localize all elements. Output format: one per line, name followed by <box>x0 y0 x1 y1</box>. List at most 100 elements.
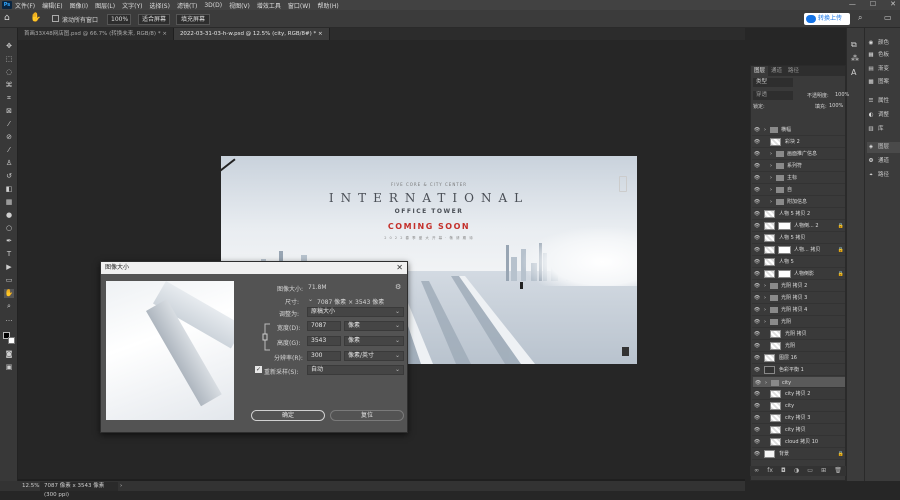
folder-icon[interactable]: ▭ <box>807 466 813 476</box>
tab-close-icon[interactable]: × <box>318 31 323 37</box>
gear-icon[interactable]: ⚙ <box>395 283 401 291</box>
width-input[interactable]: 7087 <box>307 321 341 331</box>
layer-row[interactable]: 👁 cloud 拷贝 10 <box>752 436 845 448</box>
eye-icon[interactable]: 👁 <box>753 172 761 184</box>
eye-icon[interactable]: 👁 <box>753 436 761 448</box>
maximize-button[interactable]: ☐ <box>870 0 876 10</box>
layer-filter-select[interactable]: 类型 <box>753 78 793 87</box>
tab-close-icon[interactable]: × <box>162 31 167 37</box>
resolution-input[interactable]: 300 <box>307 351 341 361</box>
width-unit-select[interactable]: 像素 ⌄ <box>344 321 404 331</box>
menu-3d[interactable]: 3D(D) <box>204 2 222 9</box>
layer-row[interactable]: 👁 光阴 拷贝 <box>752 328 845 340</box>
more-tools-icon[interactable]: … <box>4 315 14 324</box>
pen-tool-icon[interactable]: ✒ <box>4 237 14 246</box>
quick-select-icon[interactable]: ⌘ <box>4 81 14 90</box>
workspace-icon[interactable]: ▭ <box>884 13 892 22</box>
height-input[interactable]: 3543 <box>307 336 341 346</box>
quick-mask-icon[interactable]: ◙ <box>4 350 14 359</box>
resolution-unit-select[interactable]: 像素/英寸 ⌄ <box>344 351 404 361</box>
chevron-right-icon[interactable]: › <box>764 316 766 328</box>
chevron-right-icon[interactable]: › <box>770 148 772 160</box>
chevron-right-icon[interactable]: › <box>764 124 766 136</box>
eye-icon[interactable]: 👁 <box>753 232 761 244</box>
shape-tool-icon[interactable]: ▭ <box>4 276 14 285</box>
tab-document-1[interactable]: 首画33X48网店图.psd @ 66.7% (转换未来, RGB/8) * × <box>18 28 174 40</box>
zoom-100-button[interactable]: 100% <box>107 14 131 25</box>
fill-screen-button[interactable]: 填充屏幕 <box>176 14 210 25</box>
fx-icon[interactable]: fx <box>767 466 773 476</box>
tab-document-2[interactable]: 2022-03-31-03-h-w.psd @ 12.5% (city, RGB… <box>173 28 330 40</box>
layer-mask-thumbnail[interactable] <box>778 222 791 230</box>
ok-button[interactable]: 确定 <box>251 410 325 421</box>
layer-row[interactable]: 👁 人物 5 拷贝 2 <box>752 208 845 220</box>
menu-edit[interactable]: 编辑(E) <box>42 1 62 10</box>
layer-row[interactable]: 👁 图层 16 <box>752 352 845 364</box>
status-zoom[interactable]: 12.5% <box>18 483 40 489</box>
tab-paths[interactable]: 路径 <box>785 66 802 76</box>
frame-tool-icon[interactable]: ⊠ <box>4 107 14 116</box>
layer-row[interactable]: 👁 › 光阴 拷贝 4 <box>752 304 845 316</box>
menu-view[interactable]: 视图(V) <box>229 1 250 10</box>
channels-panel-tab[interactable]: ❂ 通道 <box>867 156 900 167</box>
home-icon[interactable]: ⌂ <box>4 13 10 23</box>
marquee-tool-icon[interactable]: ⬚ <box>4 55 14 64</box>
layer-row[interactable]: 👁 city 拷贝 <box>752 424 845 436</box>
eye-icon[interactable]: 👁 <box>753 244 761 256</box>
layer-row[interactable]: 👁 背景 🔒 <box>752 448 845 460</box>
status-doc-info[interactable]: 7087 像素 x 3543 像素 (300 ppi) <box>40 481 118 498</box>
menu-type[interactable]: 文字(Y) <box>122 1 142 10</box>
layer-row[interactable]: 👁 人物倒... 2 🔒 <box>752 220 845 232</box>
layer-row[interactable]: 👁 › 光阴 拷贝 3 <box>752 292 845 304</box>
eye-icon[interactable]: 👁 <box>753 304 761 316</box>
eye-icon[interactable]: 👁 <box>753 400 761 412</box>
layer-row[interactable]: 👁 人物 5 <box>752 256 845 268</box>
libraries-panel-tab[interactable]: ▥ 库 <box>867 124 900 135</box>
eye-icon[interactable]: 👁 <box>753 280 761 292</box>
reset-button[interactable]: 复位 <box>330 410 404 421</box>
chevron-right-icon[interactable]: › <box>764 292 766 304</box>
chevron-right-icon[interactable]: › <box>764 304 766 316</box>
layer-row[interactable]: 👁 色彩平衡 1 <box>752 364 845 376</box>
eye-icon[interactable]: 👁 <box>753 388 761 400</box>
chevron-right-icon[interactable]: › <box>764 280 766 292</box>
layer-row[interactable]: 👁 人物... 拷贝 🔒 <box>752 244 845 256</box>
minimize-button[interactable]: — <box>849 0 856 10</box>
eye-icon[interactable]: 👁 <box>753 160 761 172</box>
link-icon[interactable]: ∞ <box>754 466 759 476</box>
menu-plugins[interactable]: 增效工具 <box>257 1 281 10</box>
layer-row[interactable]: 👁 city 拷贝 3 <box>752 412 845 424</box>
trash-icon[interactable]: 🗑 <box>834 466 842 476</box>
swatches-panel-tab[interactable]: ▦ 色板 <box>867 50 900 61</box>
crop-tool-icon[interactable]: ⌗ <box>4 94 14 103</box>
dodge-tool-icon[interactable]: ○ <box>4 224 14 233</box>
type-tool-icon[interactable]: T <box>4 250 14 259</box>
brush-tool-icon[interactable]: ⁄ <box>4 146 14 155</box>
fit-to-select[interactable]: 原稿大小 ⌄ <box>307 307 404 317</box>
scroll-all-checkbox[interactable] <box>52 15 59 22</box>
patterns-panel-tab[interactable]: ▩ 图案 <box>867 77 900 88</box>
resample-checkbox[interactable]: ✓ <box>255 366 262 373</box>
layer-row[interactable]: 👁 › 主标 <box>752 172 845 184</box>
hand-tool-icon[interactable]: ✋ <box>30 13 41 23</box>
color-panel-tab[interactable]: ◉ 颜色 <box>867 38 900 49</box>
properties-panel-tab[interactable]: ☰ 属性 <box>867 96 900 107</box>
screen-mode-icon[interactable]: ▣ <box>4 363 14 372</box>
layer-row[interactable]: 👁 › city <box>752 376 845 388</box>
layer-row[interactable]: 👁 city 拷贝 2 <box>752 388 845 400</box>
eye-icon[interactable]: 👁 <box>753 352 761 364</box>
blend-mode-select[interactable]: 穿透 <box>753 91 793 100</box>
hand-tool-icon[interactable]: ✋ <box>4 289 14 298</box>
chevron-right-icon[interactable]: › <box>770 160 772 172</box>
height-unit-select[interactable]: 像素 ⌄ <box>344 336 404 346</box>
eye-icon[interactable]: 👁 <box>753 184 761 196</box>
fill-value[interactable]: 100% <box>829 103 843 109</box>
resample-select[interactable]: 自动 ⌄ <box>307 365 404 375</box>
clone-stamp-icon[interactable]: ♙ <box>4 159 14 168</box>
eye-icon[interactable]: 👁 <box>753 328 761 340</box>
adjustments-panel-tab[interactable]: ◐ 调整 <box>867 110 900 121</box>
menu-layer[interactable]: 图层(L) <box>95 1 115 10</box>
tab-channels[interactable]: 通道 <box>768 66 785 76</box>
layer-row[interactable]: 👁 › 横幅 <box>752 124 845 136</box>
eye-icon[interactable]: 👁 <box>753 220 761 232</box>
